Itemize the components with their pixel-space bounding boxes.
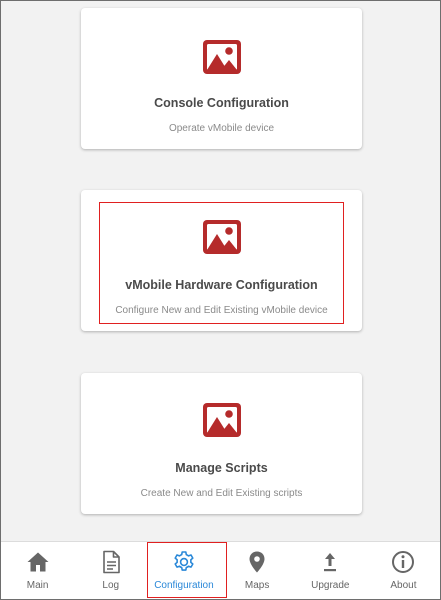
- tab-log[interactable]: Log: [74, 542, 147, 599]
- card-title: vMobile Hardware Configuration: [125, 278, 318, 292]
- card-list: Console Configuration Operate vMobile de…: [1, 1, 440, 541]
- card-title: Console Configuration: [154, 96, 289, 110]
- tab-label: About: [390, 580, 417, 591]
- tab-maps[interactable]: Maps: [221, 542, 294, 599]
- tab-label: Upgrade: [311, 580, 350, 591]
- image-icon: [202, 403, 241, 437]
- tab-label: Maps: [244, 580, 270, 591]
- map-pin-icon: [249, 551, 265, 573]
- console-configuration-card[interactable]: Console Configuration Operate vMobile de…: [81, 8, 362, 149]
- info-icon: [392, 551, 415, 573]
- upload-icon: [324, 553, 337, 572]
- tab-label: Log: [102, 580, 120, 591]
- app-window: Console Configuration Operate vMobile de…: [0, 0, 441, 600]
- card-subtitle: Create New and Edit Existing scripts: [140, 488, 303, 499]
- vmobile-hardware-configuration-card[interactable]: vMobile Hardware Configuration Configure…: [81, 190, 362, 331]
- manage-scripts-card[interactable]: Manage Scripts Create New and Edit Exist…: [81, 373, 362, 514]
- card-title: Manage Scripts: [175, 461, 268, 475]
- bottom-tab-bar: Main Log Configuration Maps Upgrade Abou…: [1, 541, 440, 599]
- tab-label: Configuration: [154, 580, 214, 591]
- tab-main[interactable]: Main: [1, 542, 74, 599]
- image-icon: [202, 220, 241, 254]
- tab-upgrade[interactable]: Upgrade: [294, 542, 367, 599]
- tab-configuration[interactable]: Configuration: [147, 542, 228, 599]
- tab-about[interactable]: About: [367, 542, 440, 599]
- home-icon: [27, 552, 49, 572]
- card-subtitle: Operate vMobile device: [168, 123, 275, 134]
- gear-icon: [174, 551, 194, 571]
- tab-label: Main: [26, 580, 49, 591]
- image-icon: [202, 40, 241, 74]
- document-icon: [102, 550, 120, 574]
- card-subtitle: Configure New and Edit Existing vMobile …: [115, 305, 328, 316]
